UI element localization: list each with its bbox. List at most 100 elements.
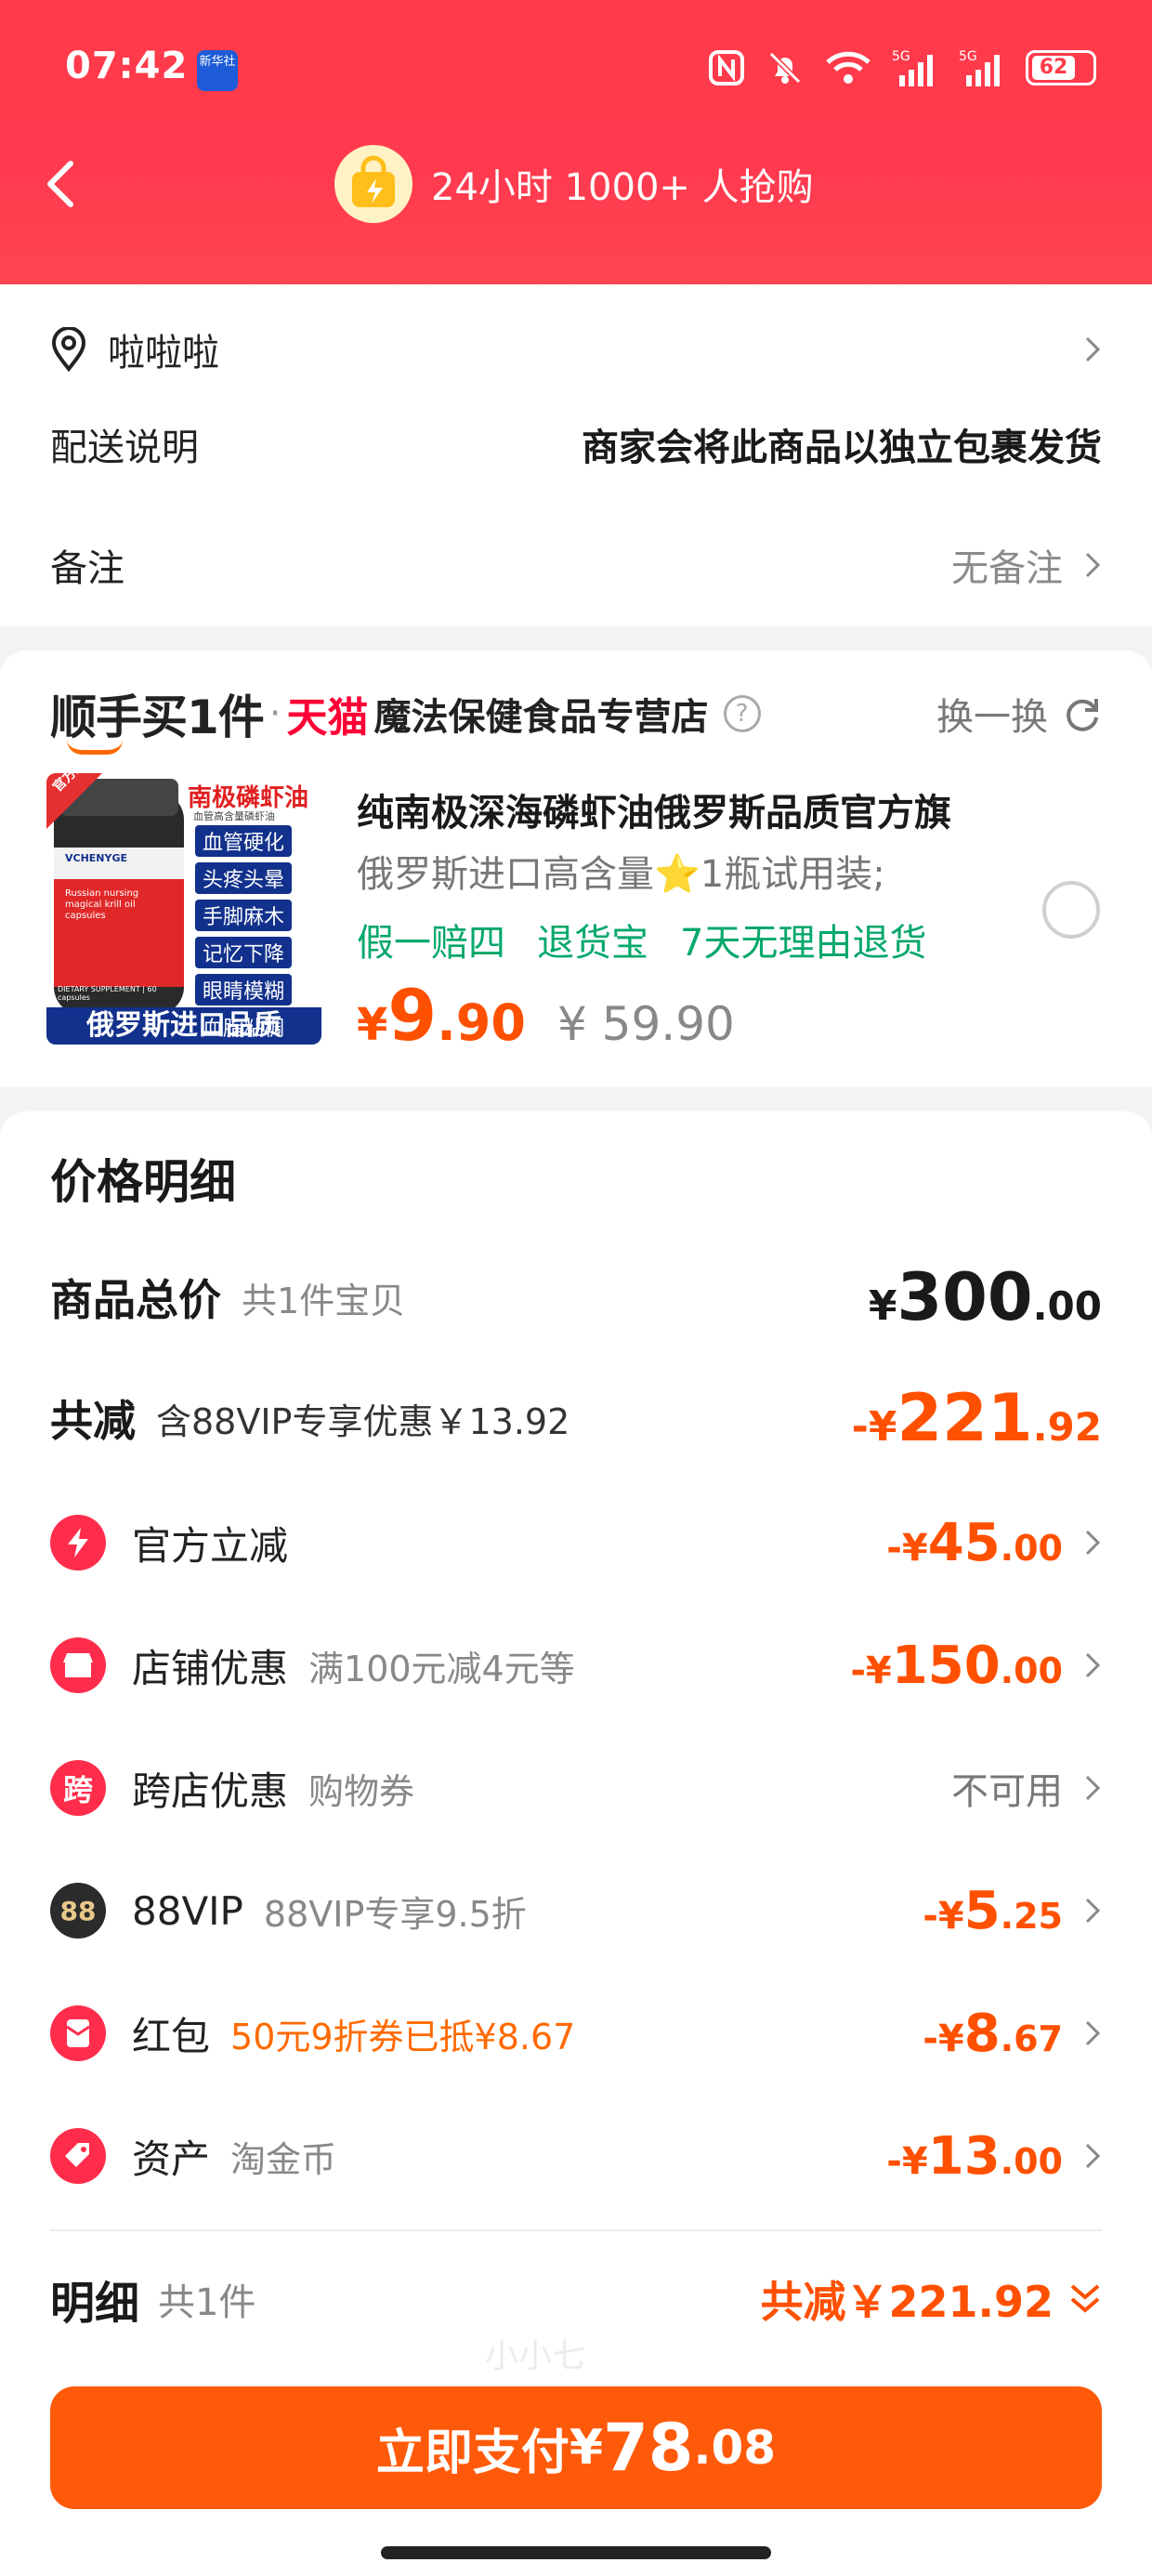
discount-label: 官方立减 [132, 1522, 289, 1569]
news-app-icon: 新华社 [197, 50, 238, 91]
reduce-row: 共减 含88VIP专享优惠￥13.92 -¥ 221.92 [50, 1380, 1102, 1456]
status-icons: 5G 5G 62 [708, 45, 1096, 91]
bell-muted-icon [768, 51, 802, 85]
amount-decimal: .00 [1000, 1527, 1063, 1569]
image-subheading: 血管高含量磷虾油 [193, 810, 275, 822]
price-decimal: .90 [437, 993, 526, 1052]
discount-amount: -¥ 13.00 [886, 2126, 1063, 2187]
chevron-right-icon [1085, 1898, 1101, 1924]
summary-sub: 共1件 [158, 2281, 256, 2324]
reduce-label: 共减 [50, 1396, 136, 1446]
discount-row-red-packet[interactable]: 红包 50元9折券已抵¥8.67 -¥ 8.67 [50, 1996, 1102, 2070]
home-indicator[interactable] [381, 2546, 771, 2559]
discount-row-88vip[interactable]: 88 88VIP 88VIP专享9.5折 -¥ 5.25 [50, 1873, 1102, 1948]
pay-decimal: .08 [693, 2421, 777, 2475]
discount-label: 店铺优惠 [132, 1645, 289, 1691]
swap-button[interactable]: 换一换 [936, 687, 1102, 741]
product-title[interactable]: 纯南极深海磷虾油俄罗斯品质官方旗 [357, 782, 1026, 836]
amount-currency: -¥ [923, 1894, 964, 1938]
pay-integer: 78 [603, 2410, 694, 2486]
amount-integer: 221 [897, 1380, 1033, 1456]
address-card: 啦啦啦 配送说明 商家会将此商品以独立包裹发货 备注 无备注 [0, 284, 1152, 626]
image-pill: 头疼头晕 [195, 862, 293, 894]
discount-label: 红包 [132, 2013, 211, 2059]
signal-5g-icon: 5G [959, 49, 1000, 86]
discount-amount: -¥ 45.00 [886, 1513, 1063, 1573]
pay-text: 立即支付 [375, 2425, 569, 2481]
price-detail-card: 价格明细 小小七 商品总价 共1件宝贝 ¥300.00 共减 含88VIP专享优… [0, 1111, 1152, 2576]
product-tags: 假一赔四 退货宝 7天无理由退货 [357, 913, 926, 966]
amount-integer: 5 [963, 1880, 1001, 1941]
summary-total: 共减￥221.92 [760, 2268, 1102, 2330]
help-icon[interactable]: ? [723, 695, 761, 732]
bottle-brand: VCHENYGE [65, 852, 128, 864]
chevron-right-icon [1085, 2020, 1101, 2046]
discount-row-shop[interactable]: 店铺优惠 满100元减4元等 -¥ 150.00 [50, 1628, 1102, 1702]
amount-decimal: .00 [1000, 1649, 1063, 1691]
lightning-icon [50, 1515, 106, 1571]
shop-header: 顺手买1件 · 天猫 魔法保健食品专营店 ? 换一换 [50, 684, 1102, 755]
swap-label: 换一换 [936, 696, 1048, 739]
chevron-right-icon [1085, 2143, 1101, 2169]
note-label: 备注 [50, 547, 124, 590]
product-image[interactable]: 官方正品 VCHENYGE Russian nursing magical kr… [46, 773, 321, 1045]
brand-smile [67, 740, 123, 755]
summary-row[interactable]: 明细 共1件 共减￥221.92 [50, 2262, 1102, 2336]
amount-integer: 13 [927, 2125, 1001, 2187]
discount-row-official[interactable]: 官方立减 -¥ 45.00 [50, 1505, 1102, 1580]
discount-row-cross-shop[interactable]: 跨 跨店优惠 购物券 不可用 [50, 1751, 1102, 1825]
delivery-label: 配送说明 [50, 427, 199, 469]
pay-now-button[interactable]: 立即支付 ¥ 78 .08 [50, 2386, 1102, 2509]
nfc-icon [709, 50, 744, 85]
image-pill: 手脚麻木 [195, 900, 293, 931]
amount-integer: 45 [927, 1512, 1001, 1573]
battery-icon: 62 [1026, 50, 1096, 85]
current-price: ¥9.90 [357, 974, 526, 1057]
discount-label: 跨店优惠 [132, 1768, 289, 1814]
header: 07:42 新华社 5G 5G 62 24小时 1000+ 人抢购 [0, 0, 1152, 284]
amount-decimal: .00 [1032, 1283, 1102, 1329]
bottle-text: Russian nursing magical krill oil capsul… [65, 888, 139, 921]
amount-currency: -¥ [850, 1649, 892, 1692]
refresh-icon [1067, 699, 1098, 731]
select-radio[interactable] [1042, 881, 1100, 939]
note-value: 无备注 [951, 547, 1063, 590]
signal-5g-icon: 5G [892, 49, 933, 86]
discount-amount: -¥ 5.25 [923, 1881, 1063, 1941]
discount-label: 88VIP [132, 1887, 243, 1934]
chevron-right-icon [1085, 336, 1101, 362]
status-bar: 07:42 新华社 5G 5G 62 [0, 0, 1152, 139]
discount-sub: 满100元减4元等 [308, 1648, 575, 1689]
product-subtitle: 俄罗斯进口高含量⭐1瓶试用装; [357, 853, 885, 896]
amount-currency: -¥ [923, 2017, 964, 2060]
delivery-row: 配送说明 商家会将此商品以独立包裹发货 [50, 407, 1102, 481]
total-amount: ¥300.00 [869, 1259, 1102, 1335]
hot-text: 24小时 1000+ 人抢购 [431, 166, 814, 209]
shop-name[interactable]: 魔法保健食品专营店 [374, 687, 709, 741]
separator-dot: · [268, 692, 281, 735]
summary-label: 明细 [50, 2278, 140, 2330]
hot-banner: 24小时 1000+ 人抢购 [334, 145, 814, 223]
total-row: 商品总价 共1件宝贝 ¥300.00 [50, 1259, 1102, 1335]
product-price: ¥9.90 ¥ 59.90 [357, 974, 735, 1057]
divider [50, 2229, 1102, 2231]
amount-currency: ¥ [868, 1282, 897, 1330]
address-row[interactable]: 啦啦啦 [50, 312, 1102, 387]
amount-decimal: .25 [1000, 1895, 1063, 1937]
pay-currency: ¥ [569, 2420, 604, 2476]
discount-row-asset[interactable]: 资产 淘金币 -¥ 13.00 [50, 2119, 1102, 2193]
shop-icon [50, 1637, 106, 1693]
chevron-right-icon [1085, 1530, 1101, 1556]
note-row[interactable]: 备注 无备注 [50, 528, 1102, 602]
image-pill: 记忆下降 [195, 937, 293, 968]
brand-text: 顺手买1件 [50, 690, 265, 744]
discount-sub: 50元9折券已抵¥8.67 [230, 2016, 576, 2057]
total-label: 商品总价 [50, 1275, 221, 1325]
total-sub: 共1件宝贝 [242, 1280, 406, 1321]
image-bottom-banner: 俄罗斯进口品质 [86, 1009, 281, 1042]
bottle-footer: DIETARY SUPPLEMENT | 60 capsules [58, 985, 157, 1002]
image-pill: 眼睛模糊 [195, 974, 293, 1005]
discount-sub: 88VIP专享9.5折 [263, 1893, 527, 1935]
back-arrow-icon[interactable] [41, 158, 78, 210]
wifi-icon [826, 51, 871, 84]
